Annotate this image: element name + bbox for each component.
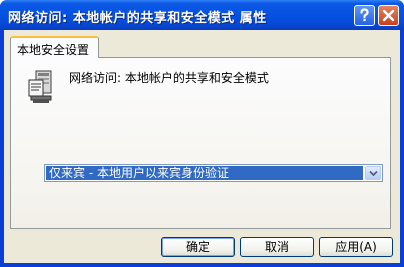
tab-panel: 网络访问: 本地帐户的共享和安全模式 仅来宾 - 本地用户以来宾身份验证 (10, 57, 391, 229)
tab-label: 本地安全设置 (17, 43, 90, 57)
question-mark-icon (360, 8, 369, 22)
title-bar[interactable]: 网络访问: 本地帐户的共享和安全模式 属性 (0, 0, 404, 30)
tab-local-security-setting[interactable]: 本地安全设置 (10, 36, 99, 58)
close-button[interactable] (378, 5, 399, 26)
close-icon (382, 9, 395, 22)
dropdown-selected-value: 仅来宾 - 本地用户以来宾身份验证 (46, 166, 363, 180)
apply-button[interactable]: 应用(A) (319, 237, 393, 257)
properties-dialog: 网络访问: 本地帐户的共享和安全模式 属性 本地安全设置 网络访问: 本地帐户的… (0, 0, 404, 267)
help-button[interactable] (354, 5, 375, 26)
sharing-model-dropdown[interactable]: 仅来宾 - 本地用户以来宾身份验证 (44, 164, 383, 182)
ok-button[interactable]: 确定 (161, 237, 235, 257)
dropdown-arrow-button[interactable] (365, 166, 381, 180)
policy-name: 网络访问: 本地帐户的共享和安全模式 (69, 71, 269, 85)
policy-computer-icon (28, 70, 52, 103)
window-title: 网络访问: 本地帐户的共享和安全模式 属性 (8, 11, 267, 26)
dialog-client-area: 本地安全设置 网络访问: 本地帐户的共享和安全模式 仅来宾 - 本地用户以来宾身… (4, 30, 400, 263)
chevron-down-icon (369, 170, 378, 177)
cancel-button[interactable]: 取消 (240, 237, 314, 257)
